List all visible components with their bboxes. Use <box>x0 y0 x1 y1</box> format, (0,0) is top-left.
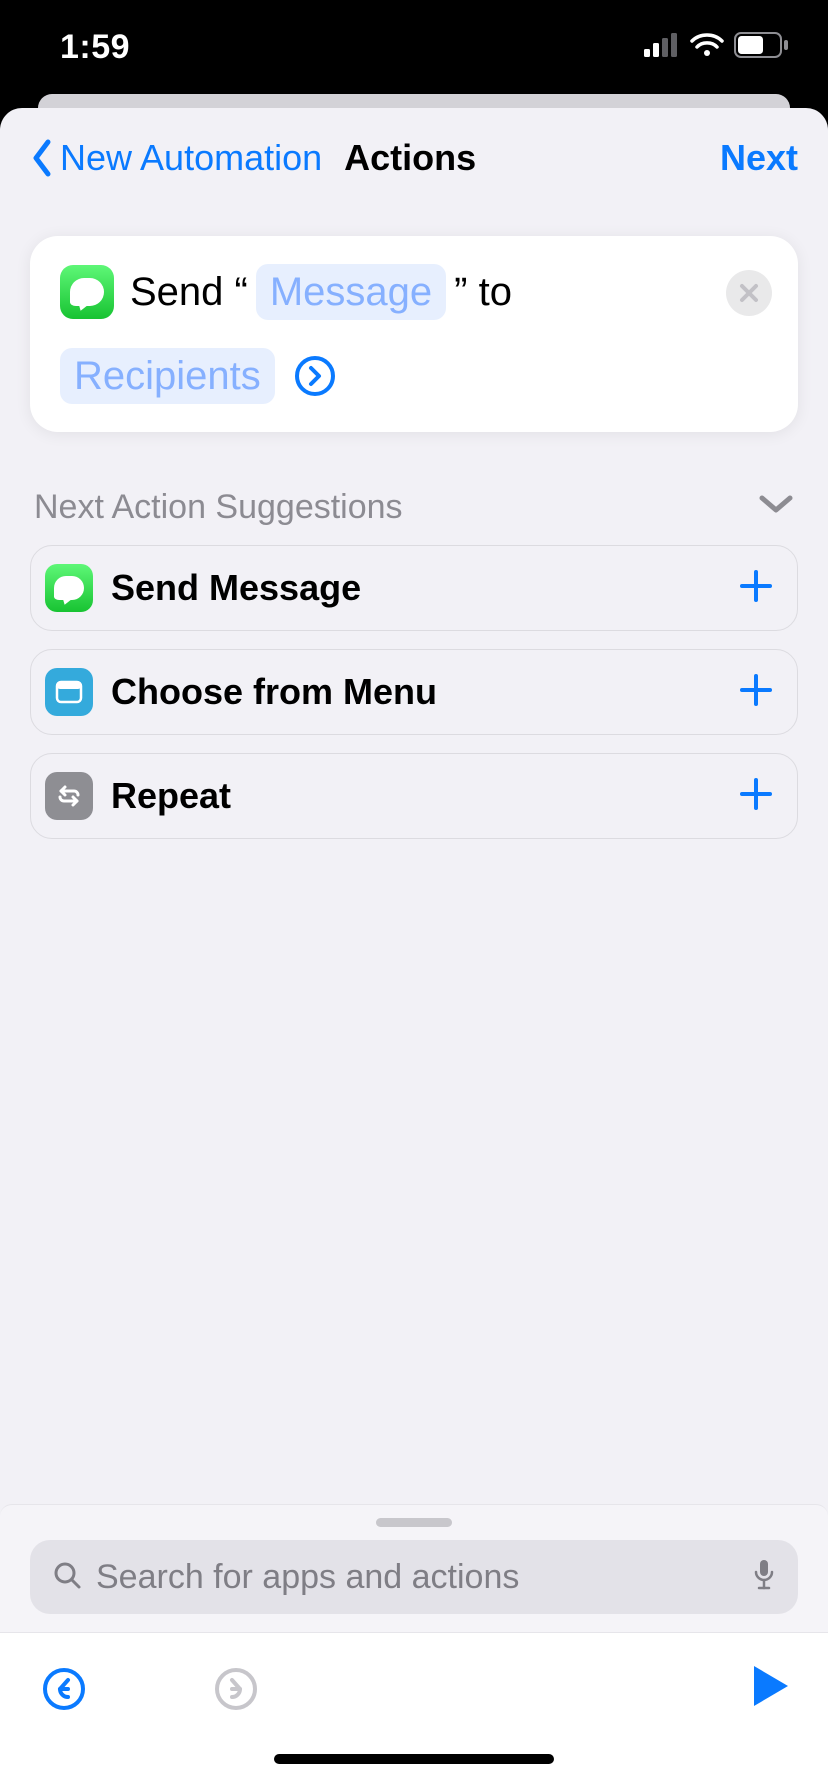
repeat-icon <box>45 772 93 820</box>
status-bar: 1:59 <box>0 0 828 94</box>
cellular-icon <box>644 33 680 62</box>
action-text-mid: ” to <box>454 270 512 315</box>
suggestion-label: Choose from Menu <box>111 671 437 713</box>
suggestion-label: Repeat <box>111 775 231 817</box>
search-input[interactable]: Search for apps and actions <box>30 1540 798 1614</box>
add-suggestion-button[interactable] <box>739 569 773 608</box>
suggestion-send-message[interactable]: Send Message <box>30 545 798 631</box>
run-button[interactable] <box>750 1664 790 1713</box>
redo-button <box>210 1663 262 1715</box>
menu-icon <box>45 668 93 716</box>
back-button[interactable]: New Automation <box>30 137 322 179</box>
status-indicators <box>644 32 790 63</box>
message-token[interactable]: Message <box>256 264 446 320</box>
undo-button[interactable] <box>38 1663 90 1715</box>
page-title: Actions <box>344 137 476 179</box>
search-placeholder: Search for apps and actions <box>96 1558 738 1597</box>
suggestions-header[interactable]: Next Action Suggestions <box>34 488 794 527</box>
chevron-left-icon <box>30 138 54 178</box>
expand-action-button[interactable] <box>295 356 335 396</box>
messages-app-icon <box>60 265 114 319</box>
dictation-button[interactable] <box>752 1558 776 1597</box>
suggestion-repeat[interactable]: Repeat <box>30 753 798 839</box>
background-sheet <box>38 94 790 108</box>
actions-sheet: New Automation Actions Next Send “ Messa… <box>0 108 828 1792</box>
wifi-icon <box>690 33 724 62</box>
undo-icon <box>41 1666 87 1712</box>
home-indicator <box>0 1744 828 1792</box>
search-icon <box>52 1560 82 1595</box>
action-card-send-message[interactable]: Send “ Message ” to Recipients <box>30 236 798 432</box>
next-button[interactable]: Next <box>720 137 798 179</box>
close-icon <box>738 282 760 304</box>
chevron-right-icon <box>307 365 323 387</box>
battery-icon <box>734 32 790 63</box>
suggestion-choose-from-menu[interactable]: Choose from Menu <box>30 649 798 735</box>
status-time: 1:59 <box>60 28 130 67</box>
suggestions-title: Next Action Suggestions <box>34 488 403 527</box>
plus-icon <box>739 673 773 707</box>
play-icon <box>750 1664 790 1708</box>
add-suggestion-button[interactable] <box>739 673 773 712</box>
microphone-icon <box>752 1558 776 1592</box>
plus-icon <box>739 569 773 603</box>
suggestion-label: Send Message <box>111 567 361 609</box>
redo-icon <box>213 1666 259 1712</box>
nav-bar: New Automation Actions Next <box>0 108 828 208</box>
action-text-prefix: Send “ <box>130 270 248 315</box>
add-suggestion-button[interactable] <box>739 777 773 816</box>
chevron-down-icon <box>758 494 794 521</box>
bottom-dock: Search for apps and actions <box>0 1504 828 1792</box>
drawer-grabber[interactable] <box>0 1504 828 1540</box>
back-label: New Automation <box>60 137 322 179</box>
editor-toolbar <box>0 1632 828 1744</box>
recipients-token[interactable]: Recipients <box>60 348 275 404</box>
remove-action-button[interactable] <box>726 270 772 316</box>
messages-app-icon <box>45 564 93 612</box>
plus-icon <box>739 777 773 811</box>
